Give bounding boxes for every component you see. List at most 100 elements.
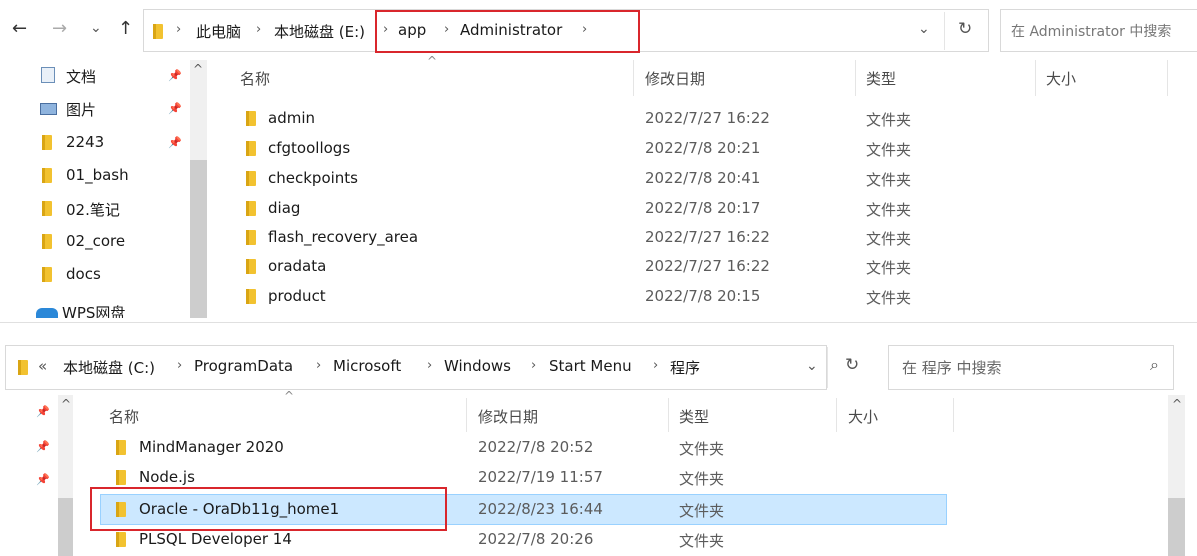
file-date: 2022/7/19 11:57: [478, 468, 603, 486]
folder-icon: [42, 135, 52, 150]
folder-icon: [153, 24, 163, 39]
file-list-scrollbar-thumb[interactable]: [1168, 498, 1185, 556]
folder-icon: [246, 230, 256, 245]
search-placeholder: 在 程序 中搜索: [902, 359, 1002, 377]
pin-icon: 📌: [36, 440, 50, 453]
cloud-icon: [36, 308, 58, 318]
nav-item-01-bash[interactable]: 01_bash: [66, 166, 129, 184]
column-header-name[interactable]: 名称: [109, 406, 139, 427]
nav-item-documents[interactable]: 文档: [66, 66, 96, 87]
window-divider: [0, 322, 1197, 323]
chevron-right-icon: ›: [653, 358, 659, 373]
scroll-up-icon[interactable]: ^: [61, 397, 71, 411]
column-header-type[interactable]: 类型: [679, 406, 709, 427]
folder-icon: [246, 141, 256, 156]
file-name: oradata: [268, 257, 327, 275]
file-name: product: [268, 287, 326, 305]
overflow-chevron-icon[interactable]: «: [38, 357, 47, 375]
scroll-up-icon[interactable]: ^: [193, 62, 203, 76]
folder-icon: [42, 234, 52, 249]
file-name: MindManager 2020: [139, 438, 284, 456]
chevron-right-icon: ›: [256, 22, 262, 37]
folder-icon: [246, 259, 256, 274]
nav-item-02-core[interactable]: 02_core: [66, 232, 125, 250]
pin-icon: 📌: [36, 473, 50, 486]
file-type: 文件夹: [866, 141, 912, 159]
file-type: 文件夹: [679, 440, 725, 458]
column-header-size[interactable]: 大小: [848, 406, 878, 427]
address-dropdown-icon[interactable]: ⌄: [806, 358, 818, 374]
nav-item-pictures[interactable]: 图片: [66, 99, 96, 120]
file-type: 文件夹: [866, 259, 912, 277]
refresh-icon[interactable]: ↻: [845, 355, 859, 375]
breadcrumb-drive-e[interactable]: 本地磁盘 (E:): [274, 21, 365, 42]
back-icon[interactable]: ←: [12, 18, 27, 39]
file-name: Node.js: [139, 468, 195, 486]
folder-icon: [246, 289, 256, 304]
column-header-date[interactable]: 修改日期: [478, 406, 538, 427]
folder-icon: [42, 201, 52, 216]
file-type: 文件夹: [679, 470, 725, 488]
document-icon: [41, 67, 55, 83]
nav-scrollbar-thumb[interactable]: [190, 160, 207, 318]
folder-icon: [116, 440, 126, 455]
chevron-right-icon: ›: [531, 358, 537, 373]
file-type: 文件夹: [866, 230, 912, 248]
file-type: 文件夹: [866, 289, 912, 307]
folder-icon: [42, 168, 52, 183]
file-date: 2022/7/27 16:22: [645, 109, 770, 127]
file-date: 2022/7/27 16:22: [645, 257, 770, 275]
column-header-size[interactable]: 大小: [1046, 68, 1076, 89]
forward-icon[interactable]: →: [52, 18, 67, 39]
breadcrumb-windows[interactable]: Windows: [444, 357, 511, 375]
breadcrumb-microsoft[interactable]: Microsoft: [333, 357, 401, 375]
file-name: checkpoints: [268, 169, 358, 187]
breadcrumb-programs[interactable]: 程序: [670, 357, 700, 378]
breadcrumb-programdata[interactable]: ProgramData: [194, 357, 293, 375]
highlight-box: [90, 487, 447, 531]
address-dropdown-icon[interactable]: ⌄: [918, 21, 930, 37]
file-type: 文件夹: [866, 111, 912, 129]
breadcrumb-this-pc[interactable]: 此电脑: [196, 21, 241, 42]
chevron-right-icon: ›: [176, 22, 182, 37]
nav-item-docs[interactable]: docs: [66, 265, 101, 283]
folder-icon: [18, 360, 28, 375]
file-date: 2022/7/8 20:41: [645, 169, 761, 187]
column-header-name[interactable]: 名称: [240, 68, 270, 89]
folder-icon: [116, 470, 126, 485]
chevron-right-icon: ›: [427, 358, 433, 373]
refresh-icon[interactable]: ↻: [958, 19, 972, 39]
up-icon[interactable]: ↑: [118, 18, 133, 39]
column-header-date[interactable]: 修改日期: [645, 68, 705, 89]
folder-icon: [246, 201, 256, 216]
file-date: 2022/7/8 20:52: [478, 438, 594, 456]
file-date: 2022/7/8 20:17: [645, 199, 761, 217]
nav-item-2243[interactable]: 2243: [66, 133, 104, 151]
folder-icon: [246, 111, 256, 126]
scroll-up-icon[interactable]: ^: [1172, 397, 1182, 411]
folder-icon: [116, 532, 126, 547]
file-date: 2022/8/23 16:44: [478, 500, 603, 518]
nav-scrollbar-thumb[interactable]: [58, 498, 73, 556]
pictures-icon: [40, 103, 57, 115]
nav-item-02-notes[interactable]: 02.笔记: [66, 199, 120, 220]
breadcrumb-drive-c[interactable]: 本地磁盘 (C:): [63, 357, 155, 378]
pin-icon: 📌: [168, 69, 182, 82]
file-type: 文件夹: [866, 201, 912, 219]
nav-item-wps-cloud[interactable]: WPS网盘: [62, 302, 125, 318]
file-name: cfgtoollogs: [268, 139, 351, 157]
search-icon[interactable]: ⌕: [1150, 355, 1159, 375]
recent-locations-icon[interactable]: ⌄: [90, 20, 102, 36]
breadcrumb-start-menu[interactable]: Start Menu: [549, 357, 632, 375]
chevron-right-icon: ›: [177, 358, 183, 373]
file-date: 2022/7/8 20:15: [645, 287, 761, 305]
file-type: 文件夹: [679, 532, 725, 550]
file-date: 2022/7/8 20:21: [645, 139, 761, 157]
file-name: diag: [268, 199, 301, 217]
file-date: 2022/7/8 20:26: [478, 530, 594, 548]
pin-icon: 📌: [168, 102, 182, 115]
highlight-box: [375, 10, 640, 53]
sort-ascending-icon: ^: [427, 54, 438, 68]
file-date: 2022/7/27 16:22: [645, 228, 770, 246]
column-header-type[interactable]: 类型: [866, 68, 896, 89]
